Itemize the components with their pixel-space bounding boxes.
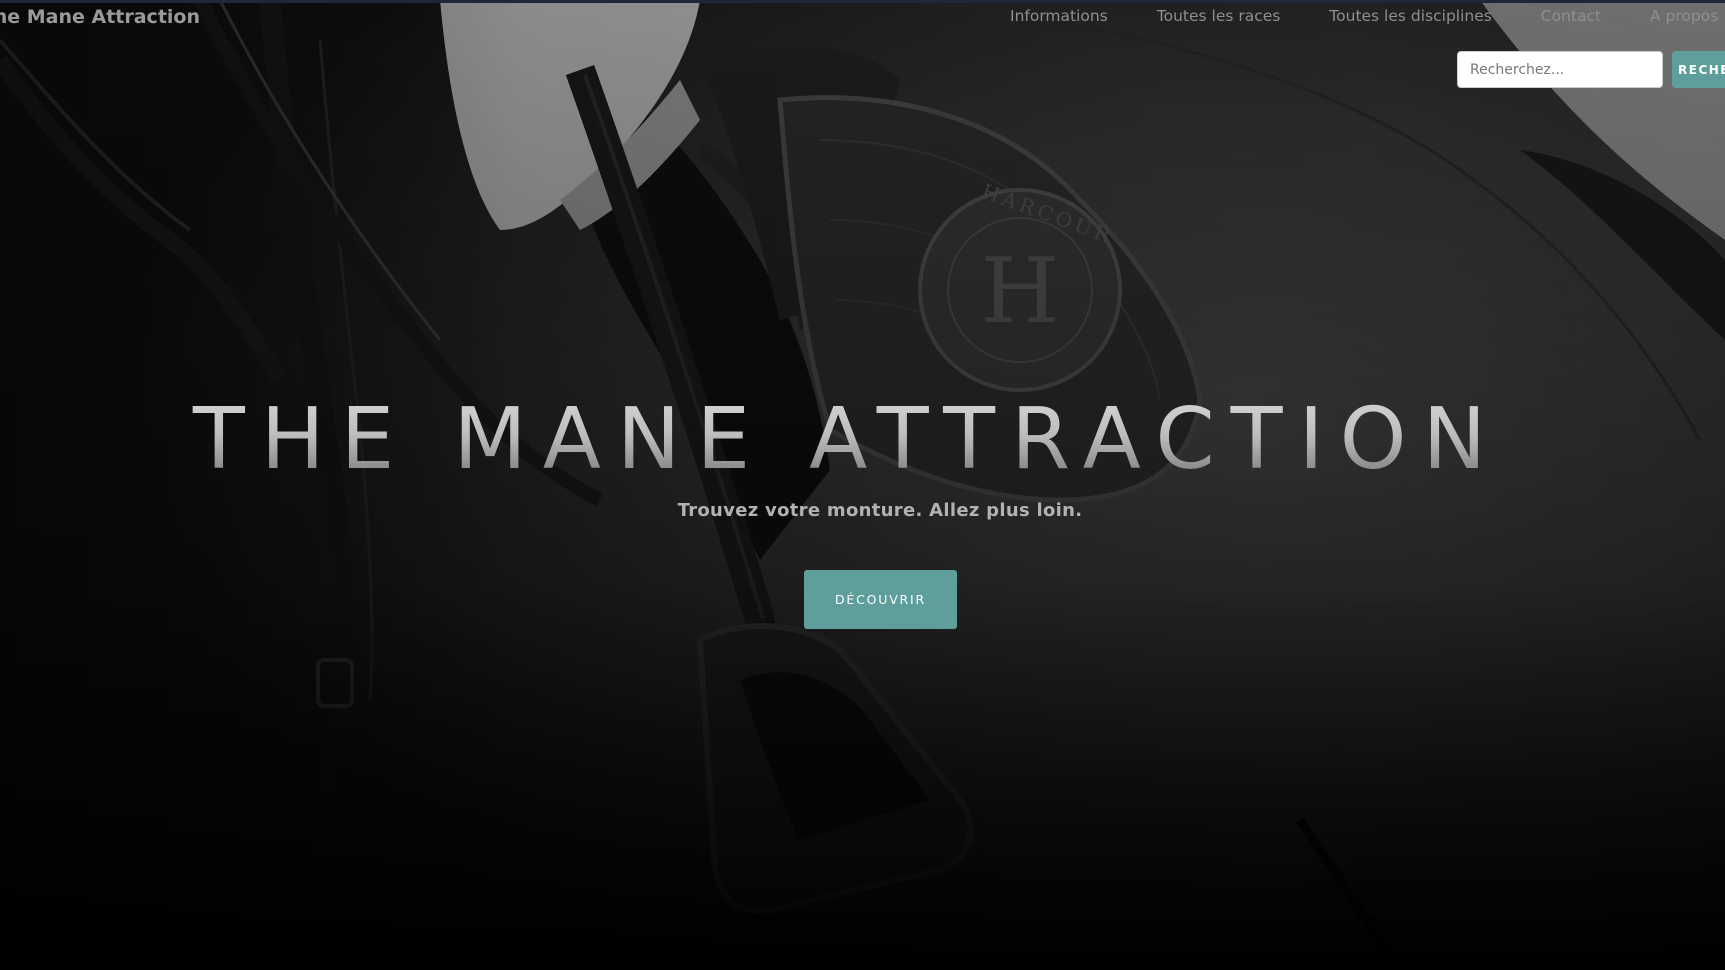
nav-item-disciplines[interactable]: Toutes les disciplines	[1329, 4, 1492, 28]
nav-item-informations[interactable]: Informations	[1010, 4, 1108, 28]
nav-item-races[interactable]: Toutes les races	[1157, 4, 1281, 28]
top-border	[0, 0, 1725, 3]
brand-logo-link[interactable]: The Mane Attraction	[0, 3, 200, 31]
brand-name: The Mane Attraction	[0, 6, 200, 28]
hero-title: THE MANE ATTRACTION	[0, 390, 1725, 490]
nav-item-contact[interactable]: Contact	[1541, 4, 1601, 28]
discover-button[interactable]: DÉCOUVRIR	[804, 570, 957, 629]
search-button-container: RECHERCHER	[1672, 51, 1725, 88]
main-navigation: Informations Toutes les races Toutes les…	[1010, 4, 1725, 28]
search-button[interactable]: RECHERCHER	[1672, 51, 1725, 88]
hero-subtitle: Trouvez votre monture. Allez plus loin.	[677, 500, 1083, 521]
search-input[interactable]	[1457, 51, 1663, 88]
nav-item-about[interactable]: A propos	[1650, 4, 1718, 28]
